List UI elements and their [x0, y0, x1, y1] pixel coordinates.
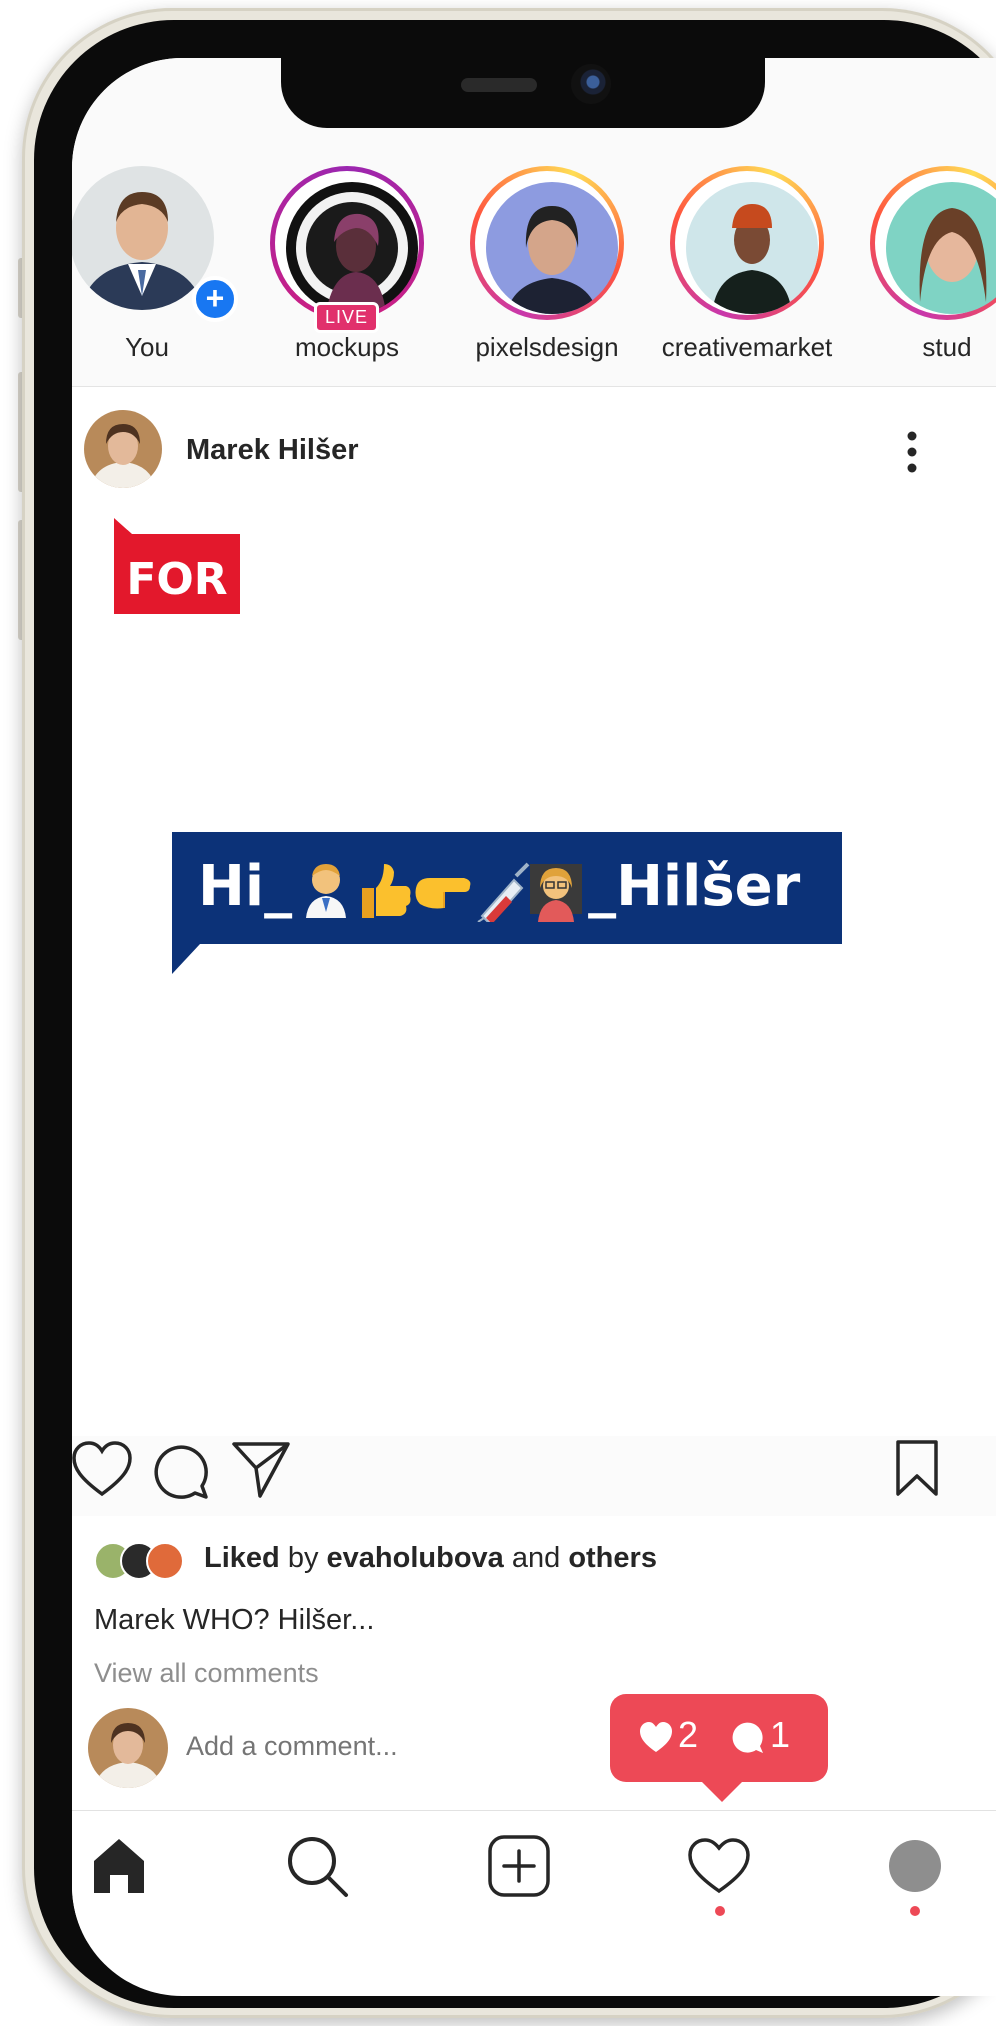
- banner-suffix: _Hilšer: [588, 854, 801, 919]
- banner-prefix: Hi_: [198, 854, 293, 919]
- liker-avatars: [94, 1542, 190, 1581]
- story-username: mockups: [294, 332, 400, 362]
- avatar: [286, 182, 418, 314]
- bottom-navigation: [72, 1810, 996, 1941]
- activity-indicator-dot: [715, 1906, 725, 1916]
- and-word: and: [511, 1542, 561, 1574]
- comments-count: 1: [770, 1714, 791, 1755]
- avatar: [72, 166, 214, 310]
- story-ring: +: [72, 166, 238, 322]
- banner-tail: [172, 944, 200, 974]
- syringe-emoji-icon: [477, 862, 530, 922]
- avatar: [486, 182, 618, 314]
- speaker-grille: [461, 78, 537, 92]
- story-username: pixelsdesign: [475, 332, 619, 362]
- search-icon[interactable]: [282, 1831, 352, 1901]
- profile-avatar[interactable]: [880, 1831, 950, 1901]
- for-tag: FOR: [114, 518, 240, 614]
- tag-tail: [114, 518, 132, 534]
- post-actions: [72, 1436, 996, 1516]
- comment-icon: [732, 1722, 763, 1753]
- avatar: [686, 182, 818, 314]
- live-badge: LIVE: [314, 302, 380, 333]
- story-username: creativemarket: [661, 332, 833, 362]
- bubble-tail: [700, 1780, 744, 1802]
- phone-notch: [281, 58, 765, 128]
- view-all-comments-link[interactable]: View all comments: [94, 1658, 319, 1689]
- likes-count: 2: [678, 1714, 699, 1755]
- thumbs-up-emoji-icon: [362, 864, 411, 918]
- avatar: [88, 1708, 168, 1788]
- liker-username[interactable]: evaholubova: [327, 1542, 504, 1574]
- avatar: [886, 182, 996, 314]
- profile-indicator-dot: [910, 1906, 920, 1916]
- activity-heart-icon[interactable]: [684, 1831, 754, 1901]
- post-caption: Marek WHO? Hilšer...: [94, 1604, 375, 1636]
- heart-icon: [640, 1722, 672, 1752]
- post-author-name[interactable]: Marek Hilšer: [186, 434, 359, 467]
- greeting-banner: Hi_ _Hilšer: [172, 832, 842, 974]
- pointing-right-emoji-icon: [415, 878, 471, 909]
- more-options-icon[interactable]: [902, 428, 922, 476]
- others-link[interactable]: others: [568, 1542, 657, 1574]
- heart-icon[interactable]: [72, 1440, 134, 1500]
- story-ring: [470, 166, 624, 320]
- front-camera: [571, 64, 611, 104]
- emoji-sequence: [306, 862, 582, 922]
- comment-input[interactable]: [184, 1730, 548, 1763]
- by-word: by: [287, 1542, 319, 1574]
- liked-word: Liked: [204, 1542, 280, 1574]
- story-ring: [870, 166, 996, 320]
- activity-notification-bubble[interactable]: 2 1: [610, 1694, 828, 1802]
- story-ring: [270, 166, 424, 320]
- doctor-emoji-icon: [306, 864, 346, 918]
- author-avatar[interactable]: [84, 410, 162, 488]
- story-ring: [670, 166, 824, 320]
- post-header: Marek Hilšer: [72, 388, 996, 492]
- bookmark-icon[interactable]: [892, 1438, 942, 1500]
- avatar: [146, 1542, 184, 1581]
- post-image[interactable]: FOR Hi_ _Hilšer: [72, 492, 996, 1412]
- teacher-emoji-icon: [530, 864, 582, 922]
- home-icon[interactable]: [84, 1831, 154, 1901]
- comment-row: [88, 1708, 988, 1788]
- likes-line: Liked by evaholubova and others: [94, 1542, 657, 1581]
- add-story-icon[interactable]: +: [192, 276, 238, 322]
- comment-icon[interactable]: [152, 1442, 212, 1502]
- for-tag-text: FOR: [126, 554, 228, 605]
- add-post-icon[interactable]: [484, 1831, 554, 1901]
- story-username: stud: [922, 332, 972, 362]
- share-icon[interactable]: [230, 1438, 294, 1502]
- phone-screen: + You LIVE mockups pixelsdesign creative…: [72, 58, 996, 1996]
